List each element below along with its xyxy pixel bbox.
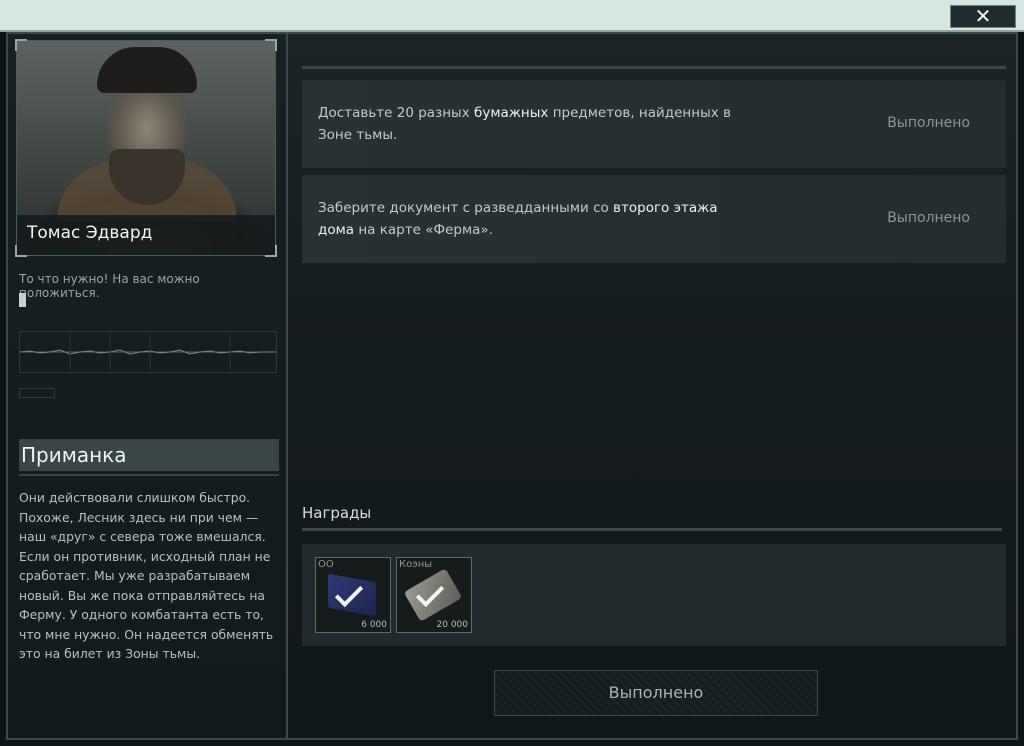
complete-button[interactable]: Выполнено	[494, 670, 818, 716]
trader-name-bar: Томас Эдвард	[17, 215, 275, 255]
objective-text: Заберите документ с разведданными со вто…	[318, 200, 718, 238]
trader-panel: Томас Эдвард То что нужно! На вас можно …	[8, 34, 288, 738]
reward-amount: 6 000	[361, 620, 387, 630]
quest-description: Они действовали слишком быстро. Похоже, …	[19, 490, 274, 661]
audio-waveform	[19, 331, 277, 373]
reward-coins[interactable]: Коэны 20 000	[396, 557, 472, 633]
quest-title-bar: Приманка	[19, 439, 279, 471]
objective-item: Доставьте 20 разных бумажных предметов, …	[302, 80, 1006, 168]
reward-label: ОО	[318, 559, 334, 570]
title-bar: ✕	[0, 0, 1024, 32]
trader-portrait: Томас Эдвард	[15, 39, 277, 257]
speech-indicator	[19, 293, 26, 307]
trader-name: Томас Эдвард	[27, 223, 153, 243]
quest-title: Приманка	[21, 443, 127, 467]
rewards-divider	[302, 528, 1002, 531]
corner-marker	[265, 245, 277, 257]
reward-amount: 20 000	[436, 620, 469, 630]
quest-title-divider	[19, 474, 279, 476]
trader-quote: То что нужно! На вас можно положиться.	[19, 272, 200, 300]
rewards-title: Награды	[302, 504, 372, 522]
corner-marker	[265, 39, 277, 51]
objectives-panel: Доставьте 20 разных бумажных предметов, …	[290, 34, 1018, 738]
portrait-hair	[97, 47, 197, 93]
rewards-panel: ОО 6 000 Коэны 20 000	[302, 544, 1006, 646]
reward-label: Коэны	[399, 559, 433, 570]
waveform-counter	[19, 388, 55, 398]
reward-exp[interactable]: ОО 6 000	[315, 557, 391, 633]
objectives-divider	[302, 66, 1006, 69]
corner-marker	[15, 245, 27, 257]
objective-status: Выполнено	[887, 115, 970, 131]
close-button[interactable]: ✕	[950, 5, 1016, 28]
corner-marker	[15, 39, 27, 51]
quest-window: Томас Эдвард То что нужно! На вас можно …	[6, 32, 1018, 740]
objective-text: Доставьте 20 разных бумажных предметов, …	[318, 105, 731, 143]
waveform-graphic	[19, 334, 276, 370]
objective-item: Заберите документ с разведданными со вто…	[302, 175, 1006, 263]
objective-status: Выполнено	[887, 210, 970, 226]
